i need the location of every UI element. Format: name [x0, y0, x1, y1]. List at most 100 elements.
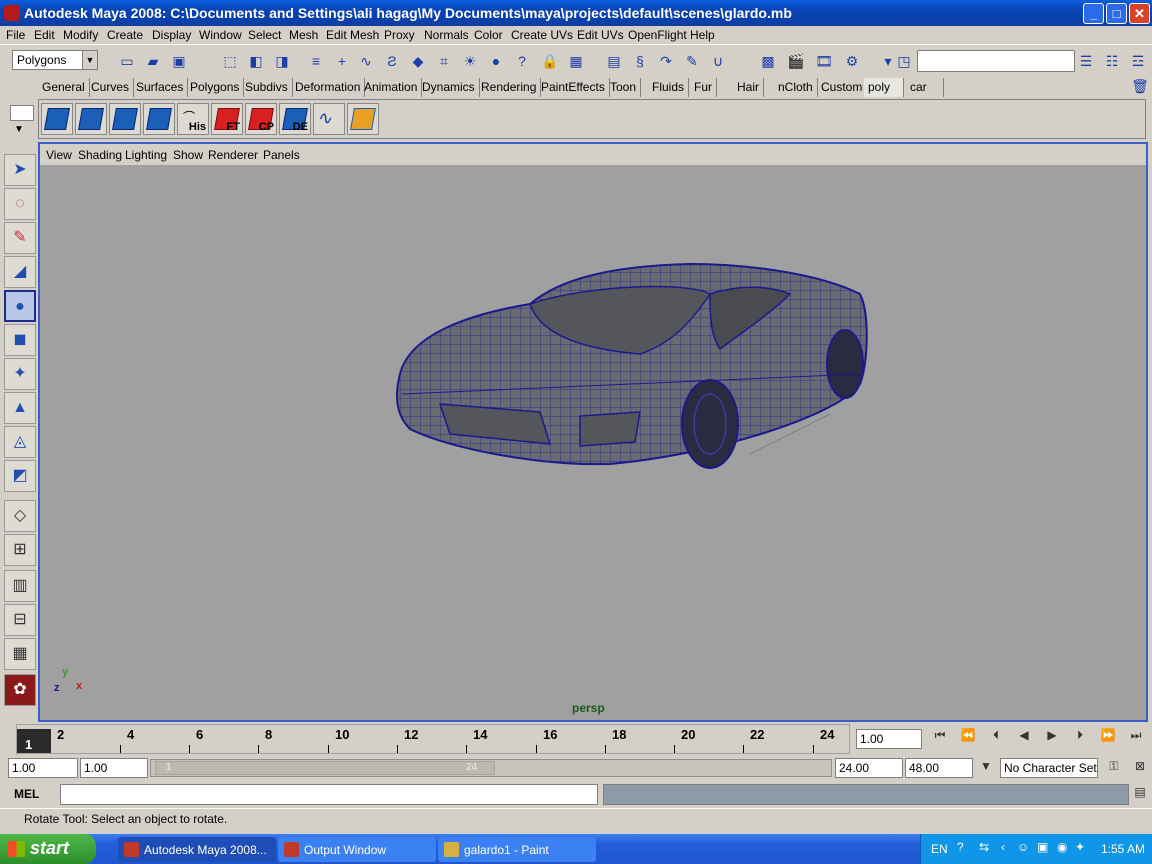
save-scene-icon[interactable]: ▣ [169, 51, 189, 71]
current-frame-marker[interactable]: 1 [17, 729, 51, 753]
name-input-field[interactable] [917, 50, 1075, 72]
display-tray-icon[interactable]: ▣ [1037, 840, 1048, 854]
network-tray-icon[interactable]: ⇆ [979, 840, 989, 854]
range-bar[interactable]: 1 24 [150, 759, 832, 777]
shelf-tab-car[interactable]: car [906, 78, 944, 97]
history-icon[interactable]: ▤ [604, 51, 624, 71]
shelf-tab-custom[interactable]: Custom [817, 78, 868, 97]
volume-tray-icon[interactable]: ◉ [1057, 840, 1067, 854]
menu-color[interactable]: Color [474, 28, 503, 42]
inputs-icon[interactable]: ☀ [460, 51, 480, 71]
shelf-button-curve[interactable]: ∿ [313, 103, 345, 135]
maximize-button[interactable]: □ [1106, 3, 1127, 24]
play-forwards-icon[interactable]: ▶ [1040, 728, 1064, 748]
menu-help[interactable]: Help [690, 28, 715, 42]
snap-curve-icon[interactable]: ∿ [356, 51, 376, 71]
vp-menu-lighting[interactable]: Lighting [125, 148, 167, 162]
shelf-tab-rendering[interactable]: Rendering [477, 78, 542, 97]
shelf-menu-button[interactable] [10, 105, 34, 121]
minimize-button[interactable]: _ [1083, 3, 1104, 24]
persp-outliner-icon[interactable]: ▥ [4, 570, 36, 602]
time-ruler[interactable]: 1 2 4 6 8 10 12 14 16 18 20 22 24 [16, 724, 850, 754]
shelf-tab-hair[interactable]: Hair [733, 78, 765, 97]
shelf-button-split[interactable] [143, 103, 175, 135]
playback-end-field[interactable]: 24.00 [835, 758, 903, 778]
scale-tool-icon[interactable]: ◼ [4, 324, 36, 356]
single-view-icon[interactable]: ◇ [4, 500, 36, 532]
shelf-tab-toon[interactable]: Toon [606, 78, 642, 97]
select-tool-icon[interactable]: ➤ [4, 154, 36, 186]
car-wireframe-model[interactable] [390, 254, 870, 484]
animation-start-field[interactable]: 1.00 [8, 758, 78, 778]
menu-edit-mesh[interactable]: Edit Mesh [326, 28, 379, 42]
open-scene-icon[interactable]: ▰ [143, 51, 163, 71]
outputs-icon[interactable]: ● [486, 51, 506, 71]
render-region-icon[interactable]: ✎ [682, 51, 702, 71]
go-to-end-icon[interactable]: ⏭ [1124, 728, 1148, 748]
shelf-tab-general[interactable]: General [38, 78, 90, 97]
menu-edit-uvs[interactable]: Edit UVs [577, 28, 624, 42]
vp-menu-show[interactable]: Show [173, 148, 203, 162]
help-icon[interactable]: ? [512, 51, 532, 71]
shelf-button-freeze[interactable]: FT [211, 103, 243, 135]
tool-settings-icon[interactable]: ☷ [1102, 51, 1122, 71]
shelf-tab-poly[interactable]: poly [864, 78, 904, 97]
vp-menu-view[interactable]: View [46, 148, 72, 162]
mel-label[interactable]: MEL [14, 787, 39, 801]
start-button[interactable]: start [0, 834, 96, 864]
shelf-tab-polygons[interactable]: Polygons [186, 78, 245, 97]
play-backwards-icon[interactable]: ◀ [1012, 728, 1036, 748]
select-object-icon[interactable]: ◧ [246, 51, 266, 71]
menu-openflight[interactable]: OpenFlight [628, 28, 687, 42]
ipr-icon[interactable]: ∪ [708, 51, 728, 71]
render-settings-icon[interactable]: ⚙ [842, 51, 862, 71]
show-manip-icon[interactable]: ◬ [4, 426, 36, 458]
shelf-tab-surfaces[interactable]: Surfaces [132, 78, 189, 97]
shelf-tab-dynamics[interactable]: Dynamics [418, 78, 480, 97]
new-scene-icon[interactable]: ▭ [117, 51, 137, 71]
menu-display[interactable]: Display [152, 28, 191, 42]
menu-normals[interactable]: Normals [424, 28, 469, 42]
four-view-icon[interactable]: ⊞ [4, 534, 36, 566]
task-paint[interactable]: galardo1 - Paint [438, 837, 596, 862]
chevron-left-icon[interactable]: ‹ [1001, 840, 1005, 854]
soft-mod-icon[interactable]: ▲ [4, 392, 36, 424]
menu-select[interactable]: Select [248, 28, 281, 42]
task-output-window[interactable]: Output Window [278, 837, 436, 862]
shelf-button-history[interactable]: ⌒ His [177, 103, 209, 135]
shelf-button-cube[interactable] [41, 103, 73, 135]
antivirus-tray-icon[interactable]: ✦ [1075, 840, 1085, 854]
snap-plane-icon[interactable]: ◆ [408, 51, 428, 71]
quick-select-icon[interactable]: ◳ [894, 51, 914, 71]
shelf-tab-deformation[interactable]: Deformation [291, 78, 366, 97]
render-icon[interactable]: 🎬 [786, 51, 806, 71]
menu-mesh[interactable]: Mesh [289, 28, 318, 42]
render-view-icon[interactable]: ▩ [758, 51, 778, 71]
last-tool-icon[interactable]: ◩ [4, 460, 36, 492]
lock-icon[interactable]: 🔒 [540, 51, 560, 71]
menu-file[interactable]: File [6, 28, 25, 42]
mel-input[interactable] [60, 784, 598, 805]
paint-select-icon[interactable]: ✎ [4, 222, 36, 254]
shelf-tab-subdivs[interactable]: Subdivs [241, 78, 293, 97]
menu-window[interactable]: Window [199, 28, 242, 42]
menu-proxy[interactable]: Proxy [384, 28, 415, 42]
trash-icon[interactable]: 🗑 [1130, 76, 1150, 96]
shelf-button-center-pivot[interactable]: CP [245, 103, 277, 135]
filter-icon[interactable]: ≡ [306, 51, 326, 71]
rotate-tool-icon[interactable]: ● [4, 290, 36, 322]
menu-modify[interactable]: Modify [63, 28, 98, 42]
select-component-icon[interactable]: ◨ [272, 51, 292, 71]
range-thumb[interactable]: 1 24 [155, 761, 495, 775]
channel-box-icon[interactable]: ☲ [1128, 51, 1148, 71]
vp-menu-panels[interactable]: Panels [263, 148, 300, 162]
script-editor-icon[interactable]: ▤ [1128, 785, 1152, 805]
shelf-button-smooth[interactable] [347, 103, 379, 135]
shelf-button-grid[interactable] [109, 103, 141, 135]
help-tray-icon[interactable]: ? [957, 840, 964, 854]
perspective-viewport[interactable]: View Shading Lighting Show Renderer Pane… [38, 142, 1148, 722]
step-back-frame-icon[interactable]: ⏴ [984, 728, 1008, 748]
select-hierarchy-icon[interactable]: ⬚ [220, 51, 240, 71]
character-set-field[interactable]: No Character Set [1000, 758, 1098, 778]
magnet-icon[interactable]: ↷ [656, 51, 676, 71]
